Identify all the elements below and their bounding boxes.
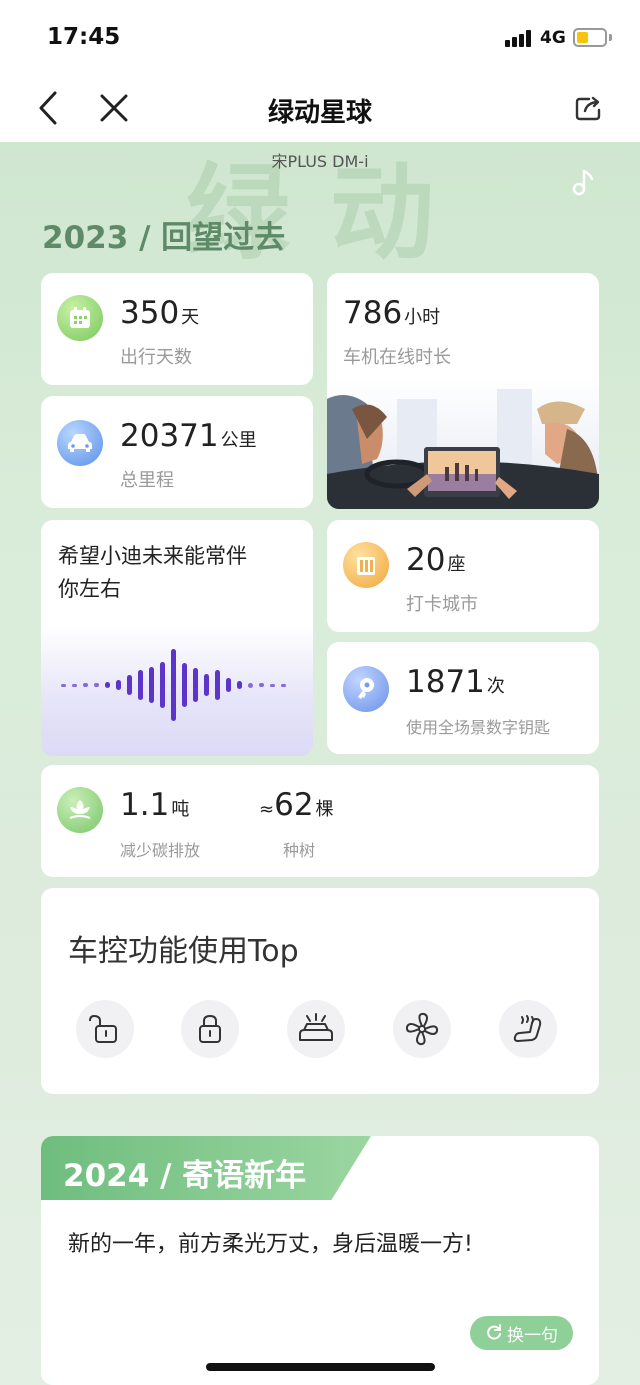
wave-bar bbox=[83, 683, 88, 687]
fan-icon bbox=[393, 1000, 451, 1058]
online-label: 车机在线时长 bbox=[343, 347, 451, 368]
new-year-message: 新的一年，前方柔光万丈，身后温暖一方! bbox=[68, 1232, 473, 1257]
refresh-icon bbox=[487, 1324, 501, 1340]
new-year-title: 2024 / 寄语新年 bbox=[63, 1158, 307, 1194]
wave-bar bbox=[215, 670, 220, 700]
carbon-value: 1.1 吨 bbox=[120, 787, 190, 823]
wave-bar bbox=[105, 682, 110, 688]
key-label: 使用全场景数字钥匙 bbox=[406, 718, 551, 737]
swap-label: 换一句 bbox=[507, 1325, 558, 1346]
stat-card-cities: 20 座 打卡城市 bbox=[327, 520, 599, 632]
driving-illustration bbox=[327, 379, 599, 509]
stat-card-online: 786 小时 车机在线时长 bbox=[327, 273, 599, 509]
wave-bar bbox=[171, 649, 176, 721]
wave-bar bbox=[138, 670, 143, 700]
wave-bar bbox=[160, 662, 165, 708]
key-icon bbox=[343, 666, 389, 712]
swap-message-button[interactable]: 换一句 bbox=[470, 1316, 573, 1350]
voice-wave bbox=[61, 640, 293, 730]
wave-bar bbox=[204, 674, 209, 696]
stat-card-key: 1871 次 使用全场景数字钥匙 bbox=[327, 642, 599, 754]
wave-bar bbox=[281, 683, 286, 687]
wave-bar bbox=[61, 683, 66, 687]
days-value: 350 天 bbox=[120, 295, 200, 331]
online-value: 786 小时 bbox=[343, 295, 441, 331]
stat-card-mileage: 20371 公里 总里程 bbox=[41, 396, 313, 508]
wave-bar bbox=[193, 668, 198, 702]
new-year-card: 2024 / 寄语新年 新的一年，前方柔光万丈，身后温暖一方! 换一句 bbox=[41, 1136, 599, 1385]
carbon-label: 减少碳排放 bbox=[120, 841, 201, 860]
wish-line-2: 你左右 bbox=[58, 577, 121, 601]
controls-card: 车控功能使用Top bbox=[41, 888, 599, 1094]
carbon-card: 1.1 吨 减少碳排放 ≈62 棵 种树 bbox=[41, 765, 599, 877]
battery-icon bbox=[573, 28, 607, 47]
mileage-value: 20371 公里 bbox=[120, 418, 257, 454]
wish-text: 希望小迪未来能常伴 你左右 bbox=[58, 540, 247, 606]
year-title: 2023 / 回望过去 bbox=[42, 220, 286, 256]
mileage-label: 总里程 bbox=[120, 470, 174, 491]
wave-bar bbox=[270, 683, 275, 687]
wave-bar bbox=[149, 667, 154, 703]
controls-title: 车控功能使用Top bbox=[68, 934, 299, 969]
building-icon bbox=[343, 542, 389, 588]
trees-label: 种树 bbox=[283, 841, 316, 860]
share-icon bbox=[575, 96, 601, 121]
car-icon bbox=[57, 420, 103, 466]
wave-bar bbox=[226, 678, 231, 692]
trees-value: ≈62 棵 bbox=[259, 787, 334, 823]
status-bar: 17:45 4G bbox=[0, 0, 640, 76]
page-title: 绿动星球 bbox=[267, 98, 372, 128]
wish-card: 希望小迪未来能常伴 你左右 bbox=[41, 520, 313, 756]
network-label: 4G bbox=[540, 28, 566, 48]
wave-bar bbox=[72, 683, 77, 687]
days-label: 出行天数 bbox=[120, 347, 192, 368]
wave-bar bbox=[248, 682, 253, 688]
calendar-icon bbox=[57, 295, 103, 341]
music-icon[interactable] bbox=[568, 168, 596, 198]
home-indicator bbox=[206, 1363, 435, 1371]
stat-card-days: 350 天 出行天数 bbox=[41, 273, 313, 385]
cities-value: 20 座 bbox=[406, 542, 466, 578]
wave-bar bbox=[94, 683, 99, 687]
seat-heat-icon bbox=[499, 1000, 557, 1058]
wave-bar bbox=[182, 663, 187, 707]
battery-tip bbox=[609, 34, 612, 41]
lock-icon bbox=[181, 1000, 239, 1058]
key-value: 1871 次 bbox=[406, 664, 505, 700]
status-time: 17:45 bbox=[47, 24, 121, 50]
share-button[interactable] bbox=[569, 88, 609, 128]
wave-bar bbox=[259, 683, 264, 687]
car-light-icon bbox=[287, 1000, 345, 1058]
wave-bar bbox=[237, 681, 242, 689]
signal-icon bbox=[505, 30, 535, 47]
leaf-icon bbox=[57, 787, 103, 833]
wave-bar bbox=[116, 680, 121, 690]
cities-label: 打卡城市 bbox=[406, 594, 478, 615]
car-model: 宋PLUS DM-i bbox=[271, 152, 369, 171]
wave-bar bbox=[127, 675, 132, 695]
unlock-icon bbox=[76, 1000, 134, 1058]
wish-line-1: 希望小迪未来能常伴 bbox=[58, 544, 247, 568]
